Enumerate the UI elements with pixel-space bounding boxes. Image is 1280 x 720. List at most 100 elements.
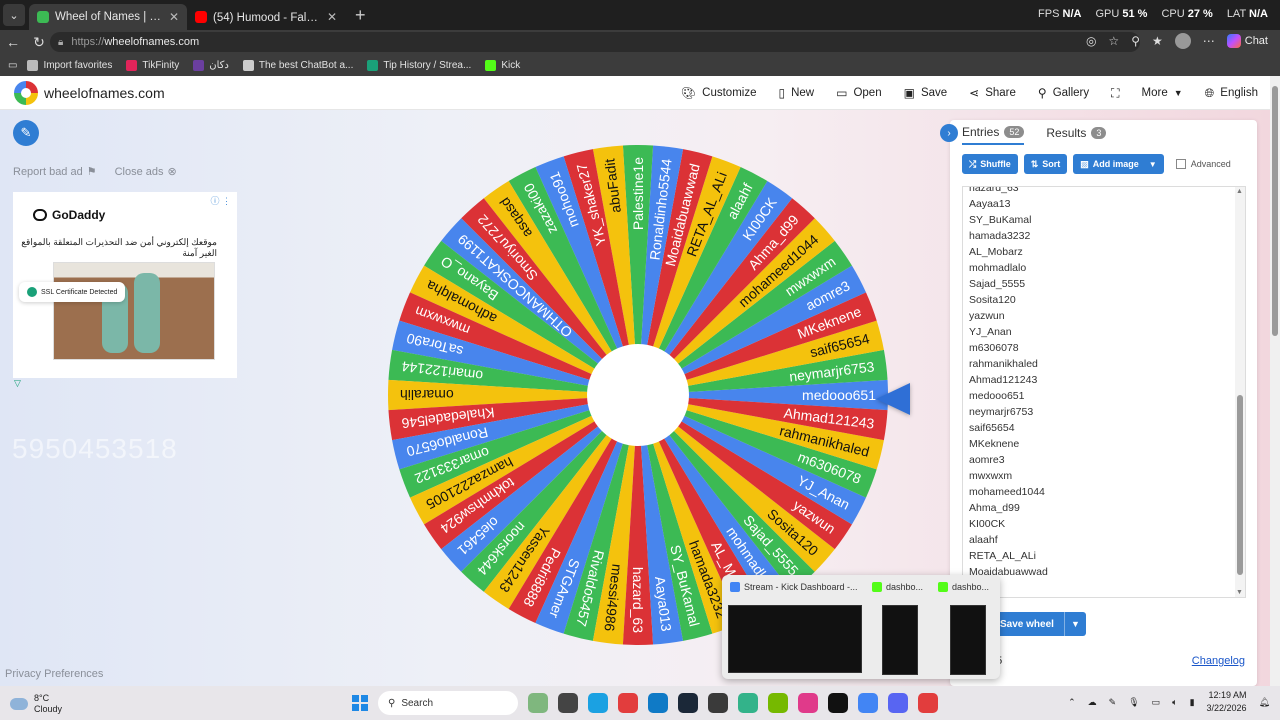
taskbar-app-icon[interactable] [708, 693, 728, 713]
customize-button[interactable]: 🎨︎ Customize [681, 86, 757, 100]
cloud-sync-icon[interactable]: ☁ [1088, 697, 1097, 708]
entry-item[interactable]: Sajad_5555 [969, 276, 1048, 292]
url-bar[interactable]: 🔒︎ https://wheelofnames.com [50, 32, 1140, 52]
taskbar-app-icon[interactable] [738, 693, 758, 713]
taskbar-search[interactable]: ⚲ Search [378, 691, 518, 715]
scroll-down-icon[interactable]: ▼ [1236, 589, 1243, 596]
profile-avatar[interactable] [1174, 33, 1191, 49]
more-menu-icon[interactable]: ⋯ [1203, 34, 1215, 48]
entry-item[interactable]: mohameed1044 [969, 484, 1048, 500]
start-windows-icon[interactable] [352, 695, 368, 711]
taskbar-app-icon[interactable] [558, 693, 578, 713]
entry-item[interactable]: RETA_AL_ALi [969, 548, 1048, 564]
entries-scrollbar-thumb[interactable] [1237, 395, 1243, 575]
taskbar-app-icon[interactable] [828, 693, 848, 713]
entry-item[interactable]: Ahmad121243 [969, 372, 1048, 388]
network-icon[interactable]: ▭ [1152, 697, 1161, 708]
entry-item[interactable]: m6306078 [969, 340, 1048, 356]
entry-item[interactable]: mohmadlalo [969, 260, 1048, 276]
report-bad-ad-link[interactable]: Report bad ad ⚑ [13, 165, 97, 178]
entry-item[interactable]: hamada3232 [969, 228, 1048, 244]
entry-item[interactable]: mwxwxm [969, 468, 1048, 484]
share-button[interactable]: ⋖ Share [969, 86, 1016, 100]
tab-results[interactable]: Results 3 [1046, 125, 1107, 145]
entry-item[interactable]: MKeknene [969, 436, 1048, 452]
more-button[interactable]: More ▼ [1142, 87, 1183, 99]
preview-thumbnail[interactable] [950, 605, 986, 675]
tab-entries[interactable]: Entries 52 [962, 125, 1025, 145]
collections-icon[interactable]: ★ [1152, 34, 1163, 48]
entry-item[interactable]: Ahma_d99 [969, 500, 1048, 516]
copilot-chat-button[interactable]: Chat [1226, 34, 1268, 48]
favorite-chatbot[interactable]: The best ChatBot a... [242, 59, 353, 71]
favorite-star-icon[interactable]: ☆ [1108, 34, 1119, 48]
favorite-tikfinity[interactable]: TikFinity [126, 59, 179, 71]
entries-textarea[interactable]: hazard_63 Aayaa13 SY_BuKamal hamada3232 AL_M… [962, 186, 1246, 598]
preview-title[interactable]: dashbo... [938, 582, 989, 592]
add-image-button[interactable]: ▨ Add image ▼ [1073, 154, 1164, 174]
taskbar-app-icon[interactable] [678, 693, 698, 713]
favorite-import[interactable]: Import favorites [27, 59, 112, 71]
taskbar-app-icon[interactable] [648, 693, 668, 713]
taskbar-app-icon[interactable] [888, 693, 908, 713]
entry-item[interactable]: rahmanikhaled [969, 356, 1048, 372]
close-tab-icon[interactable]: ✕ [327, 10, 337, 24]
privacy-preferences-link[interactable]: Privacy Preferences [5, 668, 103, 680]
close-tab-icon[interactable]: ✕ [169, 10, 179, 24]
microphone-icon[interactable]: 🎙︎ [1128, 697, 1139, 708]
taskbar-app-icon[interactable] [528, 693, 548, 713]
close-ads-link[interactable]: Close ads ⊗ [115, 165, 177, 178]
save-wheel-button[interactable]: Save wheel ▼ [990, 612, 1086, 636]
wheel-center-hub[interactable] [587, 344, 689, 446]
taskbar-app-icon[interactable] [918, 693, 938, 713]
entry-item[interactable]: neymarjr6753 [969, 404, 1048, 420]
entry-item[interactable]: medooo651 [969, 388, 1048, 404]
taskbar-app-icon[interactable] [798, 693, 818, 713]
extensions-icon[interactable]: ⚲ [1131, 34, 1140, 48]
chevron-up-icon[interactable]: ⌃ [1068, 697, 1076, 708]
page-scrollbar[interactable] [1270, 76, 1280, 686]
taskbar-app-icon[interactable] [768, 693, 788, 713]
entry-item[interactable]: KI00CK [969, 516, 1048, 532]
tab-list-button[interactable]: ⌄ [3, 4, 25, 26]
preview-title[interactable]: dashbo... [872, 582, 923, 592]
advanced-toggle[interactable]: Advanced [1175, 159, 1231, 169]
save-button[interactable]: ▣ Save [904, 86, 948, 100]
entry-item[interactable]: alaahf [969, 532, 1048, 548]
battery-icon[interactable]: ▮ [1190, 697, 1195, 708]
back-icon[interactable]: ← [0, 34, 26, 50]
pen-icon[interactable]: ✎ [1109, 697, 1117, 708]
weather-widget[interactable]: 8°C Cloudy [10, 693, 62, 715]
reader-icon[interactable]: ◎ [1086, 34, 1096, 48]
favorite-dukkan[interactable]: دكان [193, 59, 229, 71]
entry-item[interactable]: Aayaa13 [969, 196, 1048, 212]
preview-thumbnail[interactable] [882, 605, 918, 675]
page-scrollbar-thumb[interactable] [1272, 86, 1278, 336]
entry-item[interactable]: hazard_63 [969, 187, 1048, 196]
advertisement[interactable]: ⓘ ⋮ GoDaddy موقعك إلكتروني أمن ضد التحذي… [13, 192, 237, 378]
taskbar-app-icon[interactable] [588, 693, 608, 713]
entry-item[interactable]: saif65654 [969, 420, 1048, 436]
preview-title[interactable]: Stream - Kick Dashboard -... [730, 582, 858, 592]
collapse-panel-button[interactable]: › [940, 124, 958, 142]
refresh-icon[interactable]: ↻ [26, 34, 52, 51]
gallery-button[interactable]: ⚲ Gallery [1038, 86, 1089, 100]
changelog-link[interactable]: Changelog [1192, 655, 1245, 667]
favorite-tip-history[interactable]: Tip History / Strea... [367, 59, 471, 71]
new-button[interactable]: ▯ New [778, 86, 814, 100]
open-button[interactable]: ▭ Open [836, 86, 881, 100]
scroll-up-icon[interactable]: ▲ [1236, 188, 1243, 195]
shuffle-button[interactable]: ⤮ Shuffle [962, 154, 1018, 174]
tab-youtube[interactable]: (54) Humood - Falasteen Biladi | فلسطين … [187, 4, 345, 30]
language-button[interactable]: 🌐︎ English [1205, 86, 1258, 101]
new-tab-icon[interactable]: + [355, 5, 366, 26]
taskbar-app-icon[interactable] [618, 693, 638, 713]
site-title[interactable]: wheelofnames.com [44, 85, 165, 101]
ad-info-icon[interactable]: ⓘ ⋮ [210, 194, 231, 207]
caret-down-icon[interactable]: ▼ [1063, 612, 1086, 636]
wheel-logo-icon[interactable] [14, 80, 38, 105]
entry-item[interactable]: Sosita120 [969, 292, 1048, 308]
entries-scrollbar[interactable]: ▲ ▼ [1235, 187, 1245, 597]
entry-item[interactable]: YJ_Anan [969, 324, 1048, 340]
volume-icon[interactable]: 🔈︎ [1172, 697, 1177, 708]
